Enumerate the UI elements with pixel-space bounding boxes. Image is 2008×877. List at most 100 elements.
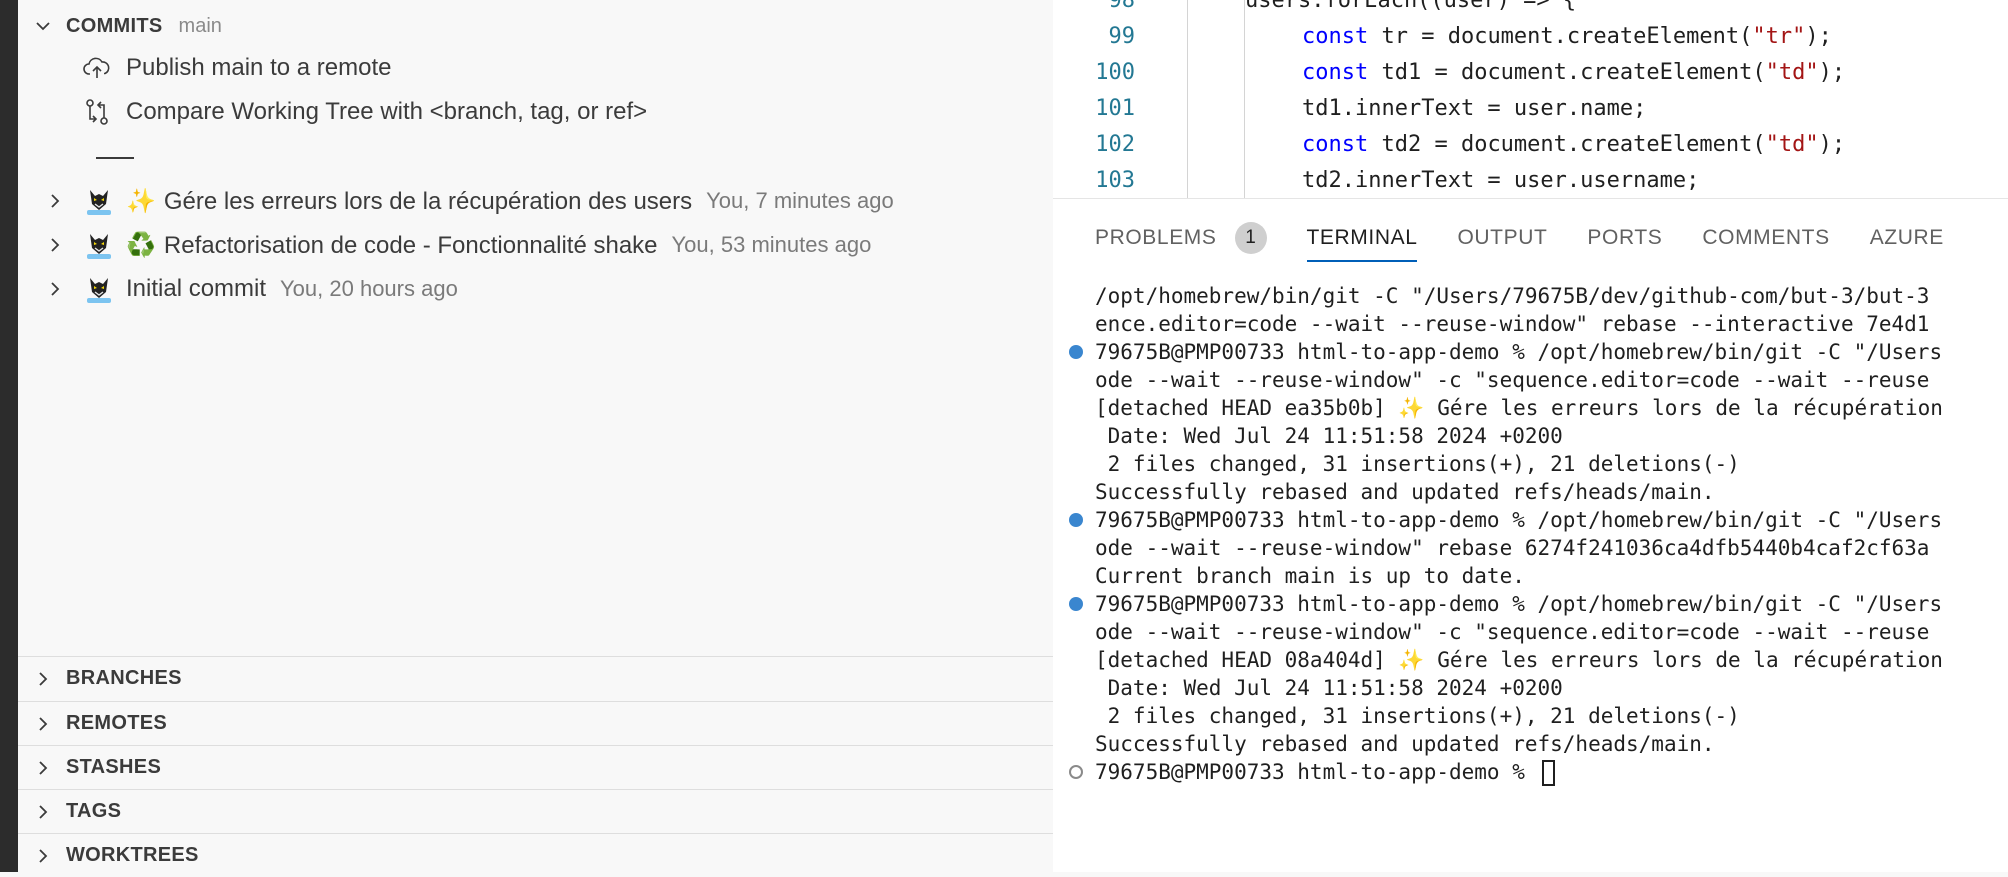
code-line: 100 const td1 = document.createElement("… [1053,54,2008,90]
tab-output-label: OUTPUT [1457,226,1548,249]
code-text: const td2 = document.createElement("td")… [1302,131,1846,157]
commits-section-header[interactable]: COMMITS main [18,4,1053,48]
line-number: 101 [1095,95,1135,121]
tab-terminal[interactable]: TERMINAL [1306,206,1418,270]
terminal-line: 2 files changed, 31 insertions(+), 21 de… [1095,704,1740,728]
commit-meta: You, 7 minutes ago [706,188,894,213]
code-line: 98 users.forEach((user) => { [1053,0,2008,18]
terminal-line: /opt/homebrew/bin/git -C "/Users/79675B/… [1095,284,1930,308]
terminal-line: Current branch main is up to date. [1095,564,1525,588]
compare-icon [82,97,112,127]
terminal-line: Successfully rebased and updated refs/he… [1095,732,1715,756]
tab-output[interactable]: OUTPUT [1457,206,1547,270]
tab-ports[interactable]: PORTS [1587,206,1662,270]
chevron-right-icon[interactable] [48,194,62,208]
terminal-line: ence.editor=code --wait --reuse-window" … [1095,312,1930,336]
commit-row[interactable]: Initial commit You, 20 hours ago [18,267,1053,311]
terminal-line: ode --wait --reuse-window" rebase 6274f2… [1095,536,1930,560]
chevron-right-icon [36,671,50,686]
commit-message: ✨ Gére les erreurs lors de la récupératio… [126,187,692,216]
stashes-section-title: STASHES [66,756,162,778]
publish-branch-action[interactable]: Publish main to a remote [82,48,391,88]
code-text: const td1 = document.createElement("td")… [1302,59,1846,85]
commit-row[interactable]: ♻️ Refactorisation de code - Fonctionnali… [18,223,1053,267]
chevron-right-icon [36,716,50,731]
avatar-icon [84,274,114,304]
command-decoration-icon[interactable] [1069,597,1083,611]
terminal-line: 79675B@PMP00733 html-to-app-demo % /opt/… [1095,592,1943,616]
terminal-line: 79675B@PMP00733 html-to-app-demo % /opt/… [1095,508,1943,532]
branches-section-header[interactable]: BRANCHES [18,656,1053,700]
terminal-line: Date: Wed Jul 24 11:51:58 2024 +0200 [1095,424,1563,448]
compare-working-tree-action[interactable]: Compare Working Tree with <branch, tag, … [82,92,647,132]
tab-comments[interactable]: COMMENTS [1702,206,1829,270]
code-editor[interactable]: 98 users.forEach((user) => { 99 const tr… [1053,0,2008,198]
code-text: users.forEach((user) => { [1245,0,1577,13]
editor-and-panel: 98 users.forEach((user) => { 99 const tr… [1053,0,2008,872]
tab-problems-label: PROBLEMS [1095,226,1217,249]
code-text: td2.innerText = user.username; [1302,167,1700,193]
avatar-icon [84,186,114,216]
terminal-line: Date: Wed Jul 24 11:51:58 2024 +0200 [1095,676,1563,700]
remotes-section-title: REMOTES [66,712,167,734]
commit-message-text: Gére les erreurs lors de la récupération… [163,187,693,215]
cloud-upload-icon [82,53,112,83]
tab-terminal-label: TERMINAL [1306,226,1418,249]
chevron-down-icon [36,19,50,33]
commit-meta: You, 53 minutes ago [671,232,872,257]
worktrees-section-title: WORKTREES [66,844,199,866]
terminal-output[interactable]: /opt/homebrew/bin/git -C "/Users/79675B/… [1053,282,2008,872]
line-number: 102 [1095,131,1135,157]
publish-branch-label: Publish main to a remote [126,54,392,81]
worktrees-section-header[interactable]: WORKTREES [18,833,1053,877]
avatar-icon [84,230,114,260]
activity-bar [0,0,18,872]
chevron-right-icon [36,804,50,819]
commits-section-title: COMMITS [66,14,163,37]
commit-message-text: Refactorisation de code - Fonctionnalité… [163,231,658,259]
panel-divider [1053,198,2008,199]
terminal-line: 79675B@PMP00733 html-to-app-demo % /opt/… [1095,340,1943,364]
tab-azure[interactable]: AZURE [1870,206,1944,270]
line-number: 103 [1095,167,1135,193]
remotes-section-header[interactable]: REMOTES [18,701,1053,745]
tab-comments-label: COMMENTS [1702,226,1830,249]
chevron-right-icon[interactable] [48,282,62,296]
commit-message-text: Initial commit [126,275,267,302]
code-line: 99 const tr = document.createElement("tr… [1053,18,2008,54]
line-number: 98 [1108,0,1136,13]
code-line: 103 td2.innerText = user.username; [1053,162,2008,198]
terminal-line: [detached HEAD 08a404d] ✨ Gére les erreu… [1095,648,1943,672]
tab-azure-label: AZURE [1869,226,1944,249]
panel-tabs: PROBLEMS 1 TERMINAL OUTPUT PORTS COMMENT… [1053,206,2008,270]
problems-count-badge: 1 [1234,222,1267,254]
chevron-right-icon[interactable] [48,238,62,252]
sparkles-icon: ✨ [126,187,156,215]
code-line: 102 const td2 = document.createElement("… [1053,126,2008,162]
tab-problems[interactable]: PROBLEMS 1 [1095,206,1267,270]
commit-meta: You, 20 hours ago [280,276,458,301]
command-decoration-icon[interactable] [1069,513,1083,527]
source-control-panel: COMMITS main Publish main to a remote Co… [18,0,1053,872]
code-text: td1.innerText = user.name; [1302,95,1647,121]
chevron-right-icon [36,760,50,775]
terminal-line: 79675B@PMP00733 html-to-app-demo % [1095,758,1555,786]
stashes-section-header[interactable]: STASHES [18,745,1053,789]
command-pending-icon[interactable] [1069,765,1083,779]
tags-section-header[interactable]: TAGS [18,789,1053,833]
commit-separator [96,157,134,159]
terminal-line: Successfully rebased and updated refs/he… [1095,480,1715,504]
branches-section-title: BRANCHES [66,667,182,689]
terminal-line: ode --wait --reuse-window" -c "sequence.… [1095,368,1930,392]
command-decoration-icon[interactable] [1069,345,1083,359]
branch-label: main [178,14,222,37]
terminal-cursor [1541,760,1555,786]
tab-ports-label: PORTS [1587,226,1663,249]
terminal-line: 2 files changed, 31 insertions(+), 21 de… [1095,452,1740,476]
terminal-line: [detached HEAD ea35b0b] ✨ Gére les erreu… [1095,396,1943,420]
commit-message: ♻️ Refactorisation de code - Fonctionnali… [126,231,658,260]
recycle-icon: ♻️ [126,231,156,259]
code-text: const tr = document.createElement("tr"); [1302,23,1832,49]
compare-working-tree-label: Compare Working Tree with <branch, tag, … [126,98,648,125]
commit-row[interactable]: ✨ Gére les erreurs lors de la récupératio… [18,179,1053,223]
